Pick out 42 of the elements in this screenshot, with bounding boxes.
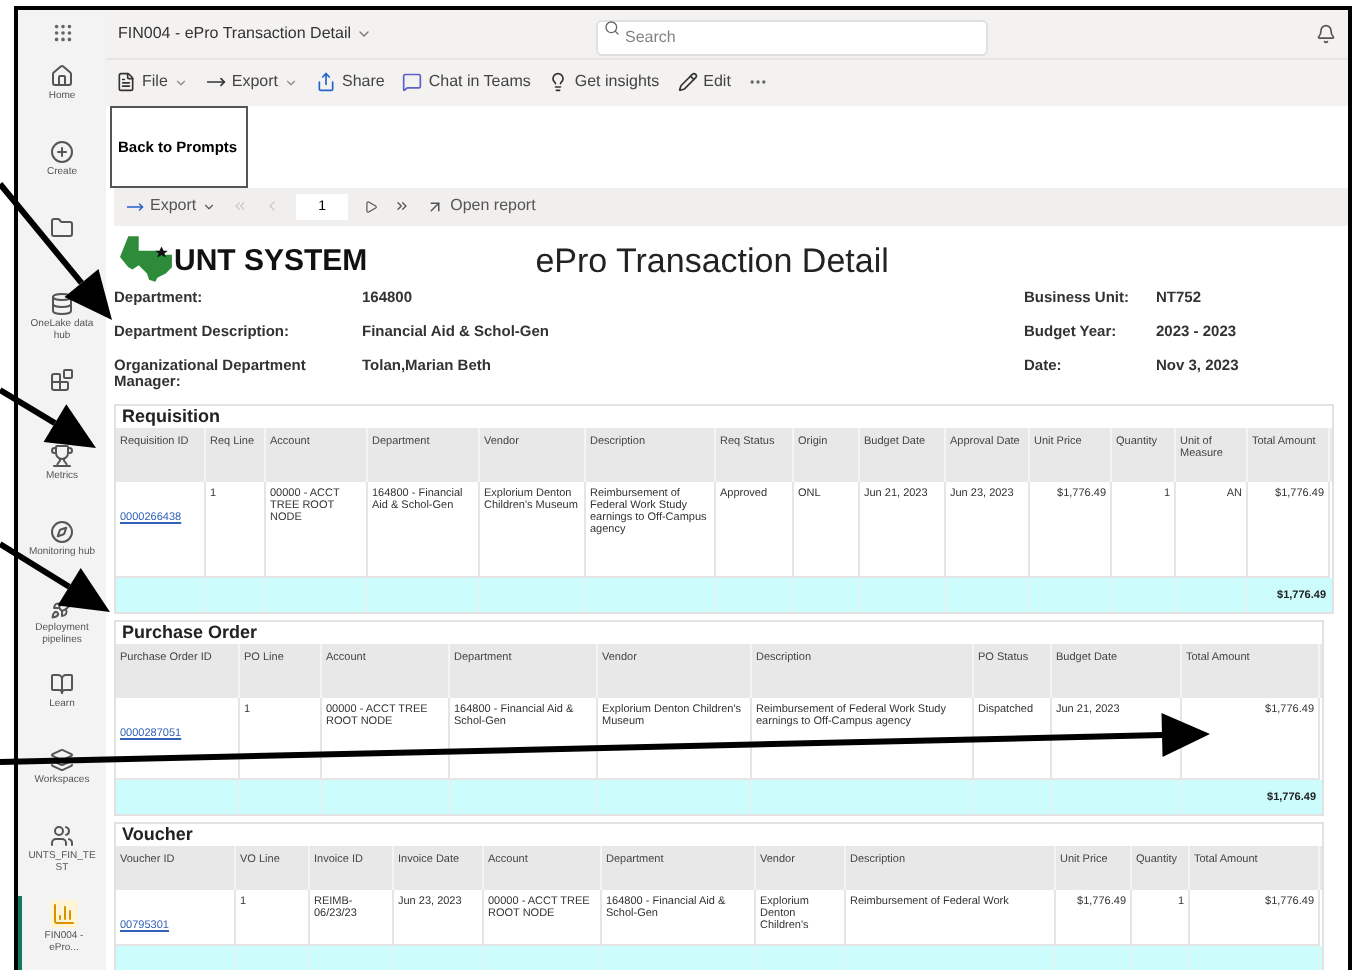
next-page-icon[interactable] — [364, 199, 379, 214]
search-field[interactable]: Search — [595, 19, 987, 55]
report-name[interactable]: FIN004 - ePro Transaction Detail — [118, 22, 351, 46]
teams-icon — [402, 72, 423, 93]
search-icon — [603, 20, 619, 36]
share-icon — [316, 72, 337, 93]
book-icon — [50, 672, 74, 696]
people-icon — [50, 824, 74, 848]
open-report-button[interactable]: Open report — [426, 194, 536, 219]
open-external-icon — [426, 197, 445, 216]
compass-icon — [50, 520, 74, 544]
export-icon — [126, 197, 144, 216]
create-icon — [50, 140, 74, 164]
chevron-icon[interactable] — [355, 26, 371, 42]
home-icon — [50, 64, 74, 88]
toolbar-button[interactable]: Export — [205, 70, 299, 95]
chevron-down-icon — [202, 199, 217, 214]
folder-icon — [50, 216, 74, 240]
layers-icon — [50, 748, 74, 772]
database-icon — [50, 292, 74, 316]
report-title: ePro Transaction Detail — [535, 242, 889, 282]
export-button[interactable]: Export — [126, 194, 217, 219]
report-icon — [50, 900, 78, 928]
section-title: Purchase Order — [120, 622, 260, 644]
logo-text: UNT SYSTEM — [174, 244, 368, 280]
last-page-icon[interactable] — [394, 198, 411, 215]
lightbulb-icon — [548, 72, 569, 93]
section-title: Requisition — [120, 406, 222, 428]
app-launcher-icon[interactable] — [51, 22, 73, 44]
toolbar-button[interactable]: Chat in Teams — [402, 70, 531, 95]
section-title: Voucher — [120, 824, 195, 846]
toolbar-button[interactable]: Get insights — [548, 70, 660, 95]
toolbar-button[interactable]: Edit — [677, 70, 731, 95]
toolbar-button[interactable]: File — [116, 70, 188, 95]
apps-icon — [50, 368, 74, 392]
rocket-icon — [50, 596, 74, 620]
notification-icon[interactable] — [1316, 24, 1336, 44]
trophy-icon — [50, 444, 74, 468]
toolbar-button[interactable]: Share — [316, 70, 385, 95]
file-icon — [116, 72, 136, 93]
edit-icon — [677, 72, 698, 93]
texas-logo-icon — [120, 236, 174, 282]
